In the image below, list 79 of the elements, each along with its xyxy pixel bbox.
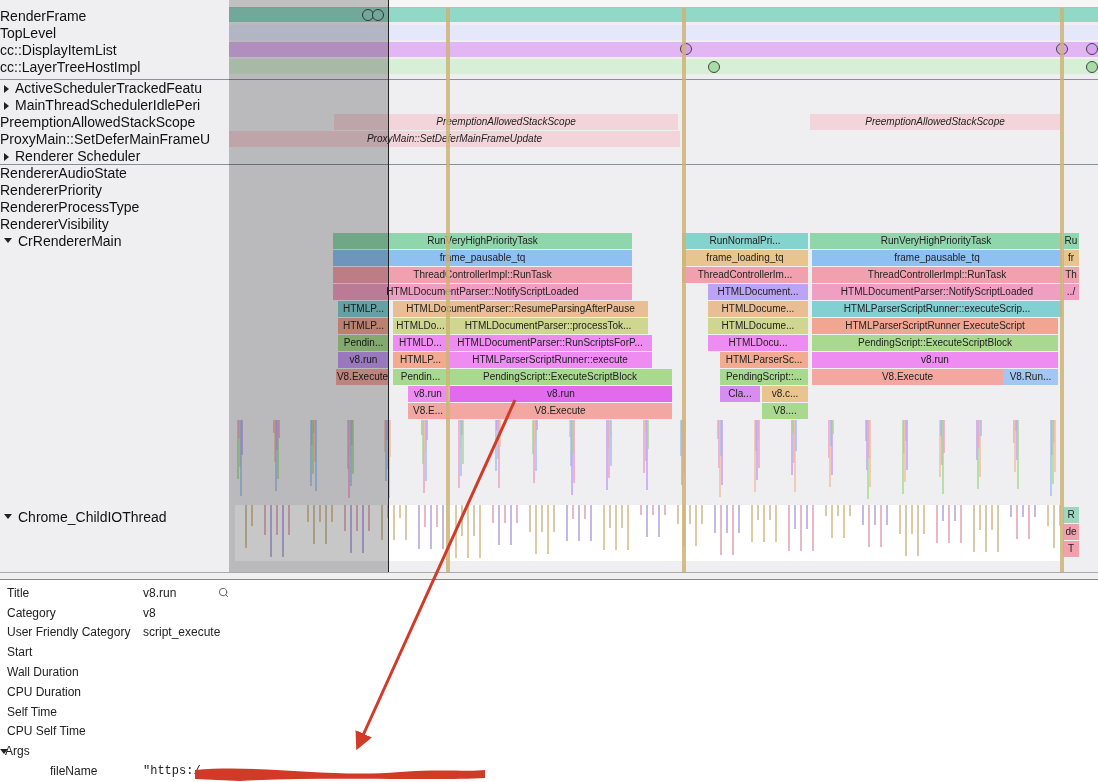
- expand-toggle-icon[interactable]: [4, 238, 12, 243]
- expand-toggle-icon[interactable]: [4, 102, 9, 110]
- expand-toggle-icon[interactable]: [4, 153, 9, 161]
- trace-slice[interactable]: v8.run: [450, 386, 672, 402]
- search-icon[interactable]: [218, 587, 230, 599]
- trace-slice[interactable]: Pendin...: [338, 335, 389, 351]
- trace-slice[interactable]: V8....: [762, 403, 808, 419]
- trace-slice[interactable]: HTMLDocumentParser::NotifyScriptLoaded: [812, 284, 1062, 300]
- track-label: Chrome_ChildIOThread: [18, 509, 167, 526]
- trace-slice[interactable]: PendingScript::ExecuteScriptBlock: [812, 335, 1058, 351]
- track-label: RenderFrame: [0, 8, 87, 25]
- detail-label: CPU Self Time: [6, 724, 87, 739]
- trace-slice[interactable]: RunVeryHighPriorityTask: [333, 233, 632, 249]
- trace-slice[interactable]: PendingScript::...: [720, 369, 808, 385]
- trace-slice[interactable]: Pendin...: [393, 369, 448, 385]
- detail-label: Wall Duration: [6, 665, 80, 680]
- trace-slice[interactable]: frame_pausable_tq: [333, 250, 632, 266]
- trace-slice[interactable]: HTMLDocumentParser::RunScriptsForP...: [448, 335, 652, 351]
- track-label: ProxyMain::SetDeferMainFrameU: [0, 131, 211, 148]
- trace-slice[interactable]: HTMLDocument...: [708, 284, 808, 300]
- trace-slice[interactable]: HTMLD...: [393, 335, 448, 351]
- detail-label: CPU Duration: [6, 684, 83, 699]
- trace-slice[interactable]: V8.Execute: [812, 369, 1003, 385]
- trace-slice[interactable]: HTMLDo...: [393, 318, 448, 334]
- track-label: TopLevel: [0, 25, 57, 42]
- track-label: MainThreadSchedulerIdlePeri: [15, 97, 201, 114]
- detail-value: v8: [143, 605, 156, 620]
- track-label: Renderer Scheduler: [15, 148, 141, 165]
- pane-splitter[interactable]: [0, 572, 1098, 580]
- trace-slice[interactable]: HTMLParserScriptRunner::executeScrip...: [812, 301, 1062, 317]
- trace-slice[interactable]: PreemptionAllowedStackScope: [334, 114, 678, 130]
- detail-label: Start: [6, 645, 34, 660]
- track-label: ActiveSchedulerTrackedFeatu: [15, 80, 203, 97]
- trace-slice[interactable]: PreemptionAllowedStackScope: [810, 114, 1060, 130]
- trace-slice[interactable]: HTMLP...: [338, 318, 389, 334]
- trace-slice[interactable]: V8.Run...: [1003, 369, 1058, 385]
- trace-slice[interactable]: ThreadControllerImpl::RunTask: [333, 267, 632, 283]
- track-label: cc::LayerTreeHostImpl: [0, 59, 141, 76]
- trace-slice[interactable]: V8.Execute: [448, 403, 672, 419]
- detail-label: Self Time: [6, 704, 58, 719]
- trace-slice[interactable]: HTMLDocumentParser::processTok...: [448, 318, 648, 334]
- trace-slice[interactable]: HTMLDocume...: [708, 318, 808, 334]
- track-label: RendererVisibility: [0, 216, 109, 233]
- track-label: RendererProcessType: [0, 199, 140, 216]
- expand-toggle-icon[interactable]: [4, 85, 9, 93]
- trace-slice[interactable]: V8.E...: [408, 403, 448, 419]
- trace-slice[interactable]: HTMLP...: [393, 352, 448, 368]
- trace-slice[interactable]: Cla...: [720, 386, 760, 402]
- trace-slice[interactable]: V8.Execute: [336, 369, 389, 385]
- detail-label: User Friendly Category: [6, 625, 132, 640]
- track-label: CrRendererMain: [18, 233, 122, 250]
- trace-slice[interactable]: HTMLDocume...: [708, 301, 808, 317]
- detail-label: Title: [6, 585, 31, 600]
- track-label: cc::DisplayItemList: [0, 42, 117, 59]
- track-label: RendererAudioState: [0, 165, 127, 182]
- trace-slice[interactable]: ThreadControllerImpl::RunTask: [812, 267, 1062, 283]
- trace-slice[interactable]: HTMLParserScriptRunner::execute: [448, 352, 652, 368]
- detail-value: "https:/: [143, 764, 201, 779]
- expand-toggle-icon[interactable]: [4, 514, 12, 519]
- detail-label: fileName: [49, 764, 99, 779]
- detail-value: script_execute: [143, 625, 221, 640]
- trace-slice[interactable]: v8.run: [812, 352, 1058, 368]
- track-label: PreemptionAllowedStackScope: [0, 114, 196, 131]
- trace-slice[interactable]: HTMLParserScriptRunner ExecuteScript: [812, 318, 1058, 334]
- detail-label: Args: [4, 744, 31, 759]
- trace-slice[interactable]: PendingScript::ExecuteScriptBlock: [448, 369, 672, 385]
- trace-slice[interactable]: frame_pausable_tq: [812, 250, 1062, 266]
- detail-value: v8.run: [143, 585, 177, 600]
- trace-slice[interactable]: v8.c...: [762, 386, 808, 402]
- trace-slice[interactable]: v8.run: [338, 352, 389, 368]
- time-ruler[interactable]: [229, 0, 1098, 8]
- trace-slice[interactable]: HTMLDocumentParser::ResumeParsingAfterPause: [393, 301, 648, 317]
- trace-slice[interactable]: HTMLP...: [338, 301, 389, 317]
- trace-slice[interactable]: HTMLDocu...: [708, 335, 808, 351]
- trace-slice[interactable]: RunVeryHighPriorityTask: [810, 233, 1062, 249]
- detail-label: Category: [6, 605, 57, 620]
- track-label: RendererPriority: [0, 182, 102, 199]
- trace-slice[interactable]: HTMLParserSc...: [720, 352, 808, 368]
- trace-slice[interactable]: v8.run: [408, 386, 448, 402]
